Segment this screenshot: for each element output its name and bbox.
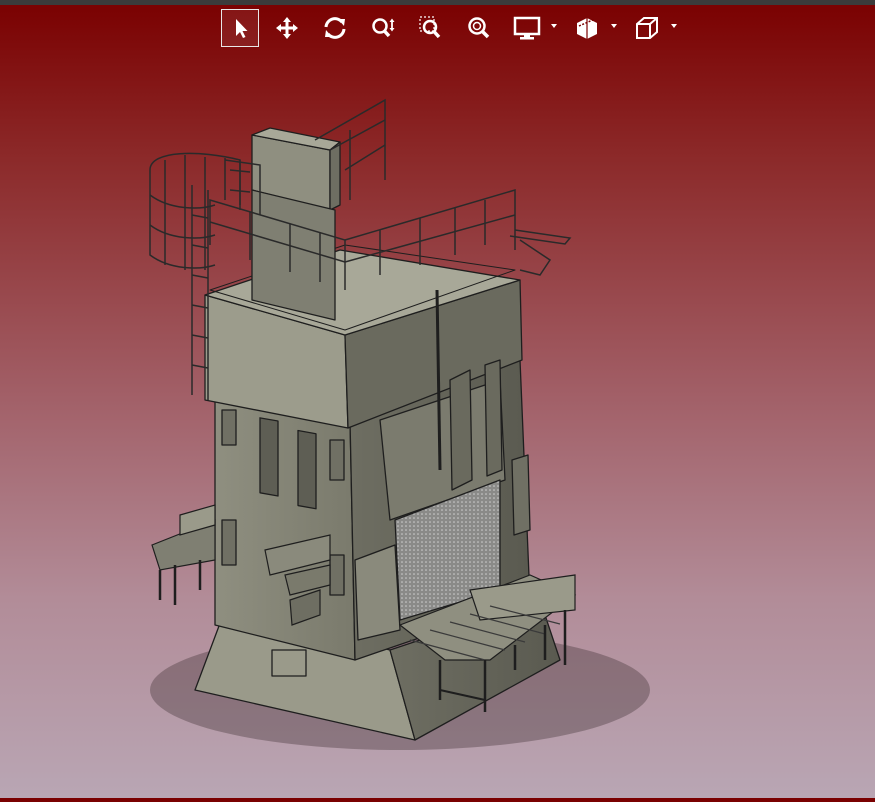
chevron-down-icon <box>671 24 677 28</box>
zoom-window-tool-button[interactable] <box>411 9 451 47</box>
display-mode-menu-button[interactable] <box>507 9 559 47</box>
hydraulic-press-model <box>149 98 650 750</box>
move-arrows-icon <box>276 17 298 39</box>
pointer-icon <box>236 19 248 38</box>
section-cube-icon <box>577 18 597 39</box>
viewer-toolbar <box>221 8 687 48</box>
zoom-fit-icon <box>468 17 490 39</box>
chevron-down-icon <box>551 24 557 28</box>
pan-tool-button[interactable] <box>267 9 307 47</box>
zoom-fit-tool-button[interactable] <box>459 9 499 47</box>
wireframe-cube-icon <box>636 17 658 39</box>
monitor-icon <box>513 16 541 40</box>
cad-viewer: { "toolbar": { "tools": [ {"name": "sele… <box>0 0 875 798</box>
chevron-down-icon <box>611 24 617 28</box>
zoom-tool-button[interactable] <box>363 9 403 47</box>
select-tool-button[interactable] <box>221 9 259 47</box>
rotate-tool-button[interactable] <box>315 9 355 47</box>
rotate-icon <box>324 17 346 39</box>
zoom-window-icon <box>419 16 441 39</box>
zoom-updown-icon <box>372 18 395 38</box>
window-top-bar <box>0 0 875 5</box>
section-menu-button[interactable] <box>567 9 619 47</box>
view-orientation-menu-button[interactable] <box>627 9 679 47</box>
3d-viewport[interactable] <box>0 50 875 798</box>
